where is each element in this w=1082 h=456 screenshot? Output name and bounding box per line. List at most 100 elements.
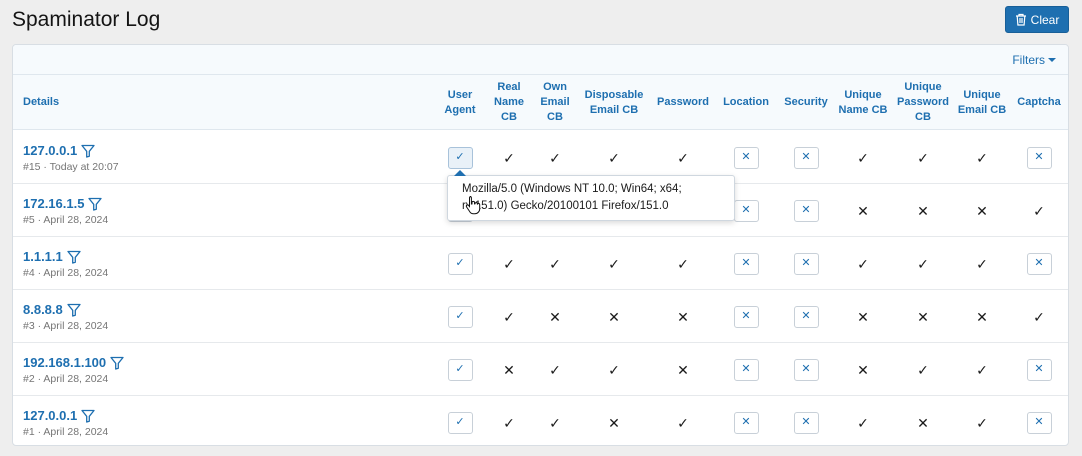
check-icon: ✓ xyxy=(608,255,620,272)
cross-icon: ✕ xyxy=(801,416,811,428)
cross-icon: ✕ xyxy=(801,257,811,269)
clear-button[interactable]: Clear xyxy=(1005,6,1069,33)
cell-own-email: ✓ xyxy=(532,237,578,290)
col-real-name[interactable]: Real Name CB xyxy=(486,75,532,130)
cross-icon: ✕ xyxy=(741,204,751,216)
cell-location: ✕ xyxy=(718,343,774,396)
tooltip-line-2: rv:151.0) Gecko/20100101 Firefox/151.0 xyxy=(462,200,669,212)
cell-security: ✕ xyxy=(779,290,833,343)
funnel-icon[interactable] xyxy=(110,356,124,370)
cell-real-name: ✓ xyxy=(486,396,532,449)
cross-detail-button[interactable]: ✕ xyxy=(793,252,819,275)
check-detail-button[interactable]: ✓ xyxy=(447,146,473,169)
cell-password: ✓ xyxy=(653,396,713,449)
cross-detail-button[interactable]: ✕ xyxy=(793,146,819,169)
check-icon: ✓ xyxy=(976,414,988,431)
check-icon: ✓ xyxy=(857,149,869,166)
cross-icon: ✕ xyxy=(741,363,751,375)
col-details[interactable]: Details xyxy=(23,75,59,130)
cross-icon: ✕ xyxy=(917,202,929,219)
cross-detail-button[interactable]: ✕ xyxy=(793,199,819,222)
cross-detail-button[interactable]: ✕ xyxy=(733,358,759,381)
cell-location: ✕ xyxy=(718,237,774,290)
cell-captcha: ✕ xyxy=(1014,396,1064,449)
check-icon: ✓ xyxy=(455,363,465,375)
cross-icon: ✕ xyxy=(857,202,869,219)
funnel-icon[interactable] xyxy=(67,303,81,317)
col-unique-name[interactable]: Unique Name CB xyxy=(838,75,888,130)
ip-cell: 1.1.1.1 xyxy=(23,249,81,264)
cell-unique-password: ✕ xyxy=(893,396,953,449)
check-detail-button[interactable]: ✓ xyxy=(447,305,473,328)
check-icon: ✓ xyxy=(549,149,561,166)
tooltip-line-1: Mozilla/5.0 (Windows NT 10.0; Win64; x64… xyxy=(462,183,682,195)
check-detail-button[interactable]: ✓ xyxy=(447,358,473,381)
cross-icon: ✕ xyxy=(801,204,811,216)
check-detail-button[interactable]: ✓ xyxy=(447,411,473,434)
cell-own-email: ✕ xyxy=(532,290,578,343)
funnel-icon[interactable] xyxy=(67,250,81,264)
cross-icon: ✕ xyxy=(917,414,929,431)
filter-bar: Filters xyxy=(13,45,1068,75)
cross-icon: ✕ xyxy=(608,414,620,431)
funnel-icon[interactable] xyxy=(81,144,95,158)
cross-detail-button[interactable]: ✕ xyxy=(733,199,759,222)
funnel-icon[interactable] xyxy=(81,409,95,423)
cross-detail-button[interactable]: ✕ xyxy=(1026,252,1052,275)
cross-icon: ✕ xyxy=(801,310,811,322)
ip-address-link[interactable]: 1.1.1.1 xyxy=(23,249,63,264)
ip-address-link[interactable]: 172.16.1.5 xyxy=(23,196,84,211)
cross-icon: ✕ xyxy=(976,202,988,219)
cross-detail-button[interactable]: ✕ xyxy=(733,411,759,434)
cross-detail-button[interactable]: ✕ xyxy=(793,411,819,434)
check-detail-button[interactable]: ✓ xyxy=(447,252,473,275)
cell-unique-name: ✓ xyxy=(838,396,888,449)
check-icon: ✓ xyxy=(455,257,465,269)
col-own-email[interactable]: Own Email CB xyxy=(532,75,578,130)
cell-password: ✕ xyxy=(653,343,713,396)
cross-detail-button[interactable]: ✕ xyxy=(1026,146,1052,169)
ip-cell: 127.0.0.1 xyxy=(23,143,95,158)
cell-unique-email: ✓ xyxy=(957,237,1007,290)
col-unique-password[interactable]: Unique Password CB xyxy=(893,75,953,130)
table-row: 192.168.1.100 #2 · April 28, 2024 ✓ ✕ ✓ ✓ ✕ ✕ ✕… xyxy=(13,343,1068,396)
cross-detail-button[interactable]: ✕ xyxy=(793,305,819,328)
cross-detail-button[interactable]: ✕ xyxy=(1026,411,1052,434)
cross-detail-button[interactable]: ✕ xyxy=(1026,358,1052,381)
ip-address-link[interactable]: 8.8.8.8 xyxy=(23,302,63,317)
check-icon: ✓ xyxy=(857,255,869,272)
col-password[interactable]: Password xyxy=(653,75,713,130)
ip-address-link[interactable]: 127.0.0.1 xyxy=(23,408,77,423)
col-captcha[interactable]: Captcha xyxy=(1014,75,1064,130)
cell-captcha: ✕ xyxy=(1014,343,1064,396)
cross-detail-button[interactable]: ✕ xyxy=(793,358,819,381)
cell-user-agent: ✓ xyxy=(440,396,480,449)
check-icon: ✓ xyxy=(549,414,561,431)
col-disposable-email[interactable]: Disposable Email CB xyxy=(579,75,649,130)
cell-unique-name: ✕ xyxy=(838,343,888,396)
col-location[interactable]: Location xyxy=(718,75,774,130)
check-icon: ✓ xyxy=(549,361,561,378)
col-security[interactable]: Security xyxy=(779,75,833,130)
check-icon: ✓ xyxy=(917,149,929,166)
cross-icon: ✕ xyxy=(503,361,515,378)
ip-address-link[interactable]: 192.168.1.100 xyxy=(23,355,106,370)
cell-unique-name: ✓ xyxy=(838,131,888,184)
cell-unique-password: ✕ xyxy=(893,290,953,343)
cross-detail-button[interactable]: ✕ xyxy=(733,146,759,169)
col-user-agent[interactable]: User Agent xyxy=(440,75,480,130)
cell-password: ✕ xyxy=(653,290,713,343)
cell-security: ✕ xyxy=(779,343,833,396)
ip-address-link[interactable]: 127.0.0.1 xyxy=(23,143,77,158)
col-unique-email[interactable]: Unique Email CB xyxy=(957,75,1007,130)
cross-detail-button[interactable]: ✕ xyxy=(733,252,759,275)
cell-unique-email: ✓ xyxy=(957,131,1007,184)
ip-cell: 172.16.1.5 xyxy=(23,196,103,211)
cell-unique-name: ✓ xyxy=(838,237,888,290)
cross-detail-button[interactable]: ✕ xyxy=(733,305,759,328)
cell-password: ✓ xyxy=(653,237,713,290)
filters-dropdown[interactable]: Filters xyxy=(1012,53,1056,67)
check-icon: ✓ xyxy=(549,255,561,272)
funnel-icon[interactable] xyxy=(88,197,103,211)
cell-own-email: ✓ xyxy=(532,396,578,449)
